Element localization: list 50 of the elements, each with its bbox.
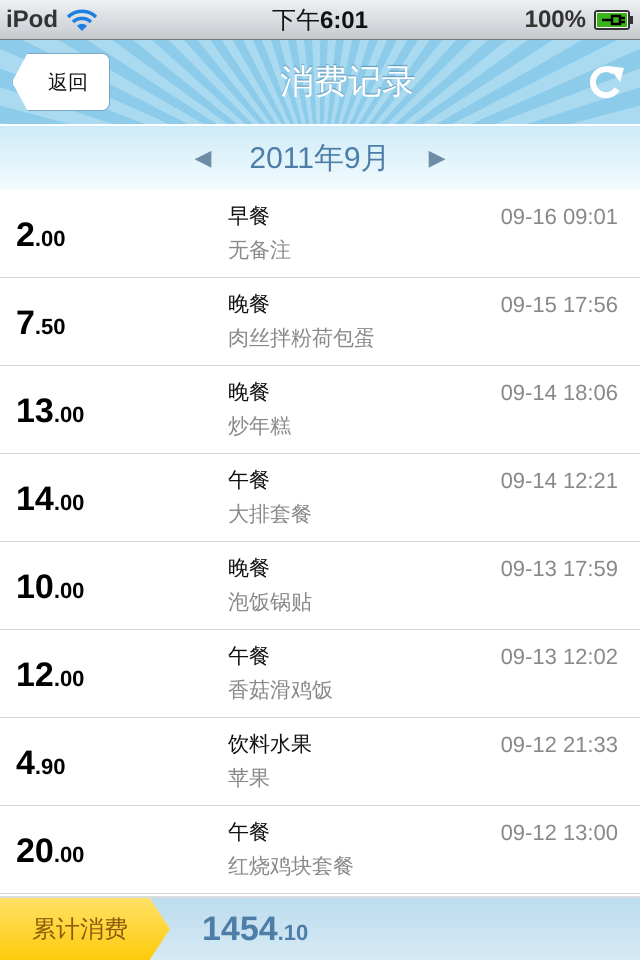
amount: 4.90 [15,744,67,783]
record-row[interactable]: 14.00 午餐 大排套餐 09-14 12:21 [0,454,640,542]
total-amount: 1454.10 [202,910,308,948]
amount: 10.00 [15,568,86,607]
record-time: 09-12 21:33 [500,732,618,758]
amount: 13.00 [15,392,86,431]
amount: 14.00 [15,480,86,519]
wifi-icon [66,8,98,32]
meal-type: 晚餐 [228,555,271,582]
meal-type: 饮料水果 [228,731,313,758]
record-note: 红烧鸡块套餐 [228,853,355,880]
battery-percent: 100% [524,6,586,34]
amount: 2.00 [15,216,67,255]
back-button[interactable]: 返回 [12,53,110,111]
meal-type: 晚餐 [228,379,271,406]
record-time: 09-13 17:59 [500,556,618,582]
record-note: 炒年糕 [228,413,292,440]
record-note: 泡饭锅贴 [228,589,313,616]
record-time: 09-13 12:02 [500,644,618,670]
record-row[interactable]: 10.00 晚餐 泡饭锅贴 09-13 17:59 [0,542,640,630]
record-note: 肉丝拌粉荷包蛋 [228,325,376,352]
meal-type: 午餐 [228,819,271,846]
page-title: 消费记录 [280,61,416,104]
meal-type: 午餐 [228,467,271,494]
record-time: 09-12 13:00 [500,820,618,846]
record-row[interactable]: 4.90 饮料水果 苹果 09-12 21:33 [0,718,640,806]
total-label: 累计消费 [0,898,170,960]
record-row[interactable]: 7.50 晚餐 肉丝拌粉荷包蛋 09-15 17:56 [0,278,640,366]
record-time: 09-14 18:06 [500,380,618,406]
meal-type: 早餐 [228,203,271,230]
meal-type: 午餐 [228,643,271,670]
record-note: 无备注 [228,237,292,264]
record-time: 09-16 09:01 [500,204,618,230]
meal-type: 晚餐 [228,291,271,318]
record-note: 大排套餐 [228,501,313,528]
amount: 7.50 [15,304,67,343]
record-time: 09-15 17:56 [500,292,618,318]
status-time: 下午6:01 [272,6,368,36]
record-note: 香菇滑鸡饭 [228,677,334,704]
battery-charging-icon [594,8,634,30]
record-note: 苹果 [228,765,271,792]
record-row[interactable]: 20.00 午餐 红烧鸡块套餐 09-12 13:00 [0,806,640,894]
record-row[interactable]: 13.00 晚餐 炒年糕 09-14 18:06 [0,366,640,454]
record-row[interactable]: 2.00 早餐 无备注 09-16 09:01 [0,190,640,278]
device-name: iPod [6,6,58,34]
amount: 20.00 [15,832,86,871]
record-time: 09-14 12:21 [500,468,618,494]
record-row[interactable]: 12.00 午餐 香菇滑鸡饭 09-13 12:02 [0,630,640,718]
month-label: 2011年9月 [249,140,391,176]
amount: 12.00 [15,656,86,695]
